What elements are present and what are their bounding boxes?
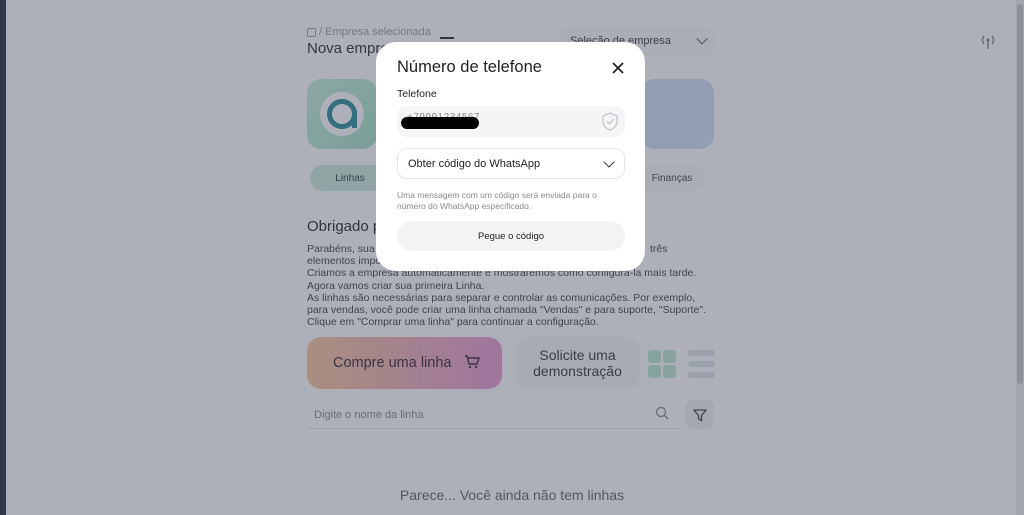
code-method-select[interactable]: Obter código do WhatsApp xyxy=(397,148,625,179)
phone-input[interactable]: +79991234567 xyxy=(397,106,625,137)
get-code-button[interactable]: Pegue o código xyxy=(397,221,625,251)
code-method-value: Obter código do WhatsApp xyxy=(408,157,541,170)
phone-redaction xyxy=(401,117,479,129)
close-icon[interactable] xyxy=(611,61,625,75)
hint-text: Uma mensagem com um código será enviada … xyxy=(397,190,597,211)
dialog-title: Número de telefone xyxy=(397,58,542,76)
phone-label: Telefone xyxy=(397,88,437,100)
chevron-down-icon xyxy=(603,156,615,168)
phone-number-dialog: Número de telefone Telefone +79991234567… xyxy=(376,42,645,271)
shield-check-icon xyxy=(602,112,618,131)
